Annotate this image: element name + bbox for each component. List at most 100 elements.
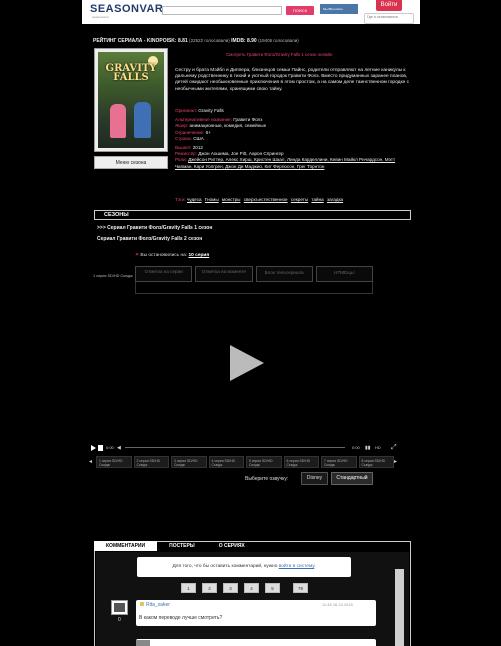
genre-label: Жанр: [175,123,189,129]
control-stop-icon[interactable] [98,445,103,451]
page-button[interactable]: 3 [223,583,238,593]
volume-slider[interactable]: ▮▮ [365,445,371,451]
player-tab-extra[interactable]: НТМЕщь! [315,266,373,282]
quality-note: 1 серия SD/HD Сьюдж [93,274,133,278]
where-stopped-button[interactable]: Где я остановился [364,13,414,24]
vk-link-button[interactable]: Мы ВКонтакте [320,4,358,14]
poster-figure-dipper [134,102,151,138]
tags-label: Тэги: [175,197,186,202]
site-logo[interactable]: SEASONVAR [90,3,163,15]
tab-comments[interactable]: КОММЕНТАРИИ [94,541,158,551]
playlist-next-icon[interactable]: ▸ [394,458,397,465]
quality-toggle[interactable]: HD [375,445,381,450]
genre-value: анимационные, комедия, семейные [189,123,267,129]
playlist-prev-icon[interactable]: ◂ [89,458,92,465]
search-button[interactable]: ПОИСК [286,6,314,15]
episode-item[interactable]: 3 серия SD/HD Сьюдж [171,456,207,468]
site-logo-subtitle: seasonvar.ru [92,15,110,19]
episode-item[interactable]: 5 серия SD/HD Сьюдж [246,456,282,468]
tag-link[interactable]: чудеса [187,197,202,202]
season-menu-button[interactable]: Меню сезона [94,156,168,169]
close-icon[interactable]: ✕ [135,253,139,258]
stopped-at-note: ✕ Вы остановились на: 10 серия [135,253,209,258]
series-poster: GRAVITY FALLS [94,48,168,152]
episode-item[interactable]: 6 серия SD/HD Сьюдж [283,456,319,468]
player-tab-block[interactable]: Блок телесериала [255,266,313,282]
comments-scrollbar[interactable] [395,569,404,646]
watch-title: Смотреть Гравити Фолз/Gravity Falls 1 се… [226,52,333,57]
search-input[interactable] [162,6,282,15]
stopped-at-prefix: Вы остановились на: [140,253,188,258]
login-button[interactable]: Войти [376,0,402,11]
country-label: Страна: [175,135,192,141]
year-label: Вышел: [175,145,192,151]
director-value: Джон Аошима, Joe Pitt, Аарон Спрингер [198,151,284,157]
volume-icon[interactable]: ◀ [117,445,121,451]
player-tab-mark-moment[interactable]: Отметка на моменте [195,266,253,282]
episode-item[interactable]: 7 серия SD/HD Сьюдж [321,456,357,468]
series-description: Сестру и брата Мэйбл и Диппера, близнецо… [175,68,410,92]
original-value: Gravity Falls [198,108,224,113]
comment-author-name[interactable]: Rita_xaker [146,602,170,608]
login-notice-link[interactable]: войти в систему [279,564,315,569]
country-value: США [193,135,204,141]
alt-title-label: Альтернативное название: [175,117,232,123]
rating-kinopoisk-votes: (22522 голосовали) [189,38,230,43]
tab-about-episodes[interactable]: О СЕРИЯХ [207,541,257,551]
login-notice-text: Для того, что бы оставить комментарий, н… [172,564,278,569]
cast-label: Роли: [175,157,187,163]
dubbing-option-disney[interactable]: Disney [301,472,328,485]
episode-playlist: 1 серия SD/HD Сьюдж 2 серия SD/HD Сьюдж … [96,456,394,468]
episode-item[interactable]: 2 серия SD/HD Сьюдж [133,456,169,468]
season-link-2[interactable]: Сериал Гравити Фолз/Gravity Falls 2 сезо… [97,236,202,242]
cast-value[interactable]: Джейсон Риттер, Алекс Хирш, Кристен Шаал… [175,157,395,168]
seasons-header: СЕЗОНЫ [104,212,129,218]
age-value: 6+ [205,129,211,135]
seek-bar[interactable] [125,447,345,448]
comment-author[interactable]: Rita_xaker [140,602,170,608]
rating-line: РЕЙТИНГ СЕРИАЛА - KINOPOISK: 8.81 (22522… [93,38,299,44]
user-icon [140,602,144,606]
page-button[interactable]: 4 [244,583,259,593]
seasons-bar [94,210,411,220]
original-label: Оригинал: [175,108,197,113]
episode-item[interactable]: 4 серия SD/HD Сьюдж [208,456,244,468]
tag-link[interactable]: Гномы [205,197,219,202]
rating-imdb: IMDB: 8.90 [231,38,257,44]
duration-time: 0:00 [352,445,360,450]
episode-item[interactable]: 8 серия SD/HD Сьюдж [358,456,394,468]
page-button[interactable]: 5 [265,583,280,593]
control-play-icon[interactable] [91,445,96,451]
comment-text: В каком переводе лучше смотреть? [139,615,223,621]
dubbing-option-standard[interactable]: Стандартный [331,472,373,485]
page-button-last[interactable]: 78 [293,583,308,593]
season-link-1[interactable]: >>> Сериал Гравити Фолз/Gravity Falls 1 … [97,225,212,231]
tag-link[interactable]: загадка [327,197,343,202]
rating-kinopoisk: РЕЙТИНГ СЕРИАЛА - KINOPOISK: 8.81 [93,38,188,44]
series-info: Оригинал: Gravity Falls Альтернативное н… [175,108,411,170]
tag-link[interactable]: сверхъестественное [244,197,288,202]
login-notice: Для того, что бы оставить комментарий, н… [137,557,351,577]
age-label: Ограничение: [175,129,205,135]
stopped-at-episode[interactable]: 10 серия [188,253,209,258]
tab-posters[interactable]: ПОСТЕРЫ [157,541,207,551]
tag-link[interactable]: монстры [222,197,241,202]
tag-link[interactable]: секреты [291,197,308,202]
tags-line: Тэги: чудеса Гномы монстры сверхъестеств… [175,197,345,202]
page-button[interactable]: 2 [202,583,217,593]
avatar-image [114,603,125,612]
poster-title-art: GRAVITY FALLS [105,63,157,83]
comments-tabs: КОММЕНТАРИИ ПОСТЕРЫ О СЕРИЯХ [94,541,257,551]
comment-score: 0 [118,617,121,623]
episode-item[interactable]: 1 серия SD/HD Сьюдж [96,456,132,468]
player-tab-mark-episode[interactable]: Отметка на серии [135,266,193,282]
tag-link[interactable]: тайна [311,197,323,202]
play-icon[interactable] [230,345,264,381]
rating-imdb-votes: (19405 голосовали) [258,38,299,43]
player-tabs-border [135,282,373,294]
comment-date: 11:48 16.10.2016 [322,602,353,607]
page-button[interactable]: 1 [181,583,196,593]
dubbing-label: Выберите озвучку: [245,476,289,482]
avatar[interactable] [136,640,150,646]
fullscreen-icon[interactable]: ⤢ [391,444,397,451]
